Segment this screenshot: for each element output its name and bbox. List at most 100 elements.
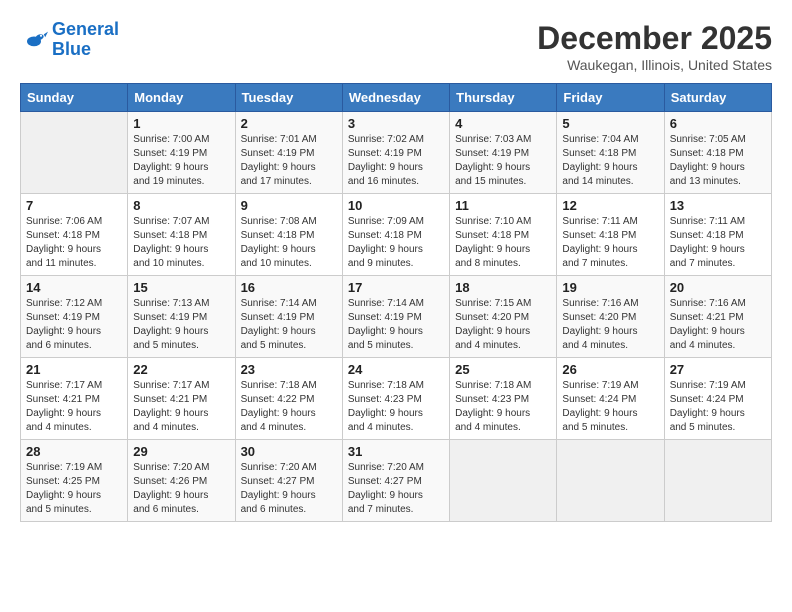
calendar-cell: 13 Sunrise: 7:11 AM Sunset: 4:18 PM Dayli…: [664, 194, 771, 276]
day-number: 25: [455, 362, 551, 377]
logo: GeneralBlue: [20, 20, 119, 60]
day-info: Sunrise: 7:00 AM Sunset: 4:19 PM Dayligh…: [133, 133, 229, 189]
day-number: 12: [562, 198, 658, 213]
calendar-cell: [664, 440, 771, 522]
calendar-cell: 22 Sunrise: 7:17 AM Sunset: 4:21 PM Dayli…: [128, 358, 235, 440]
day-info: Sunrise: 7:04 AM Sunset: 4:18 PM Dayligh…: [562, 133, 658, 189]
calendar-cell: 19 Sunrise: 7:16 AM Sunset: 4:20 PM Dayli…: [557, 276, 664, 358]
calendar-cell: 5 Sunrise: 7:04 AM Sunset: 4:18 PM Daylig…: [557, 112, 664, 194]
day-info: Sunrise: 7:02 AM Sunset: 4:19 PM Dayligh…: [348, 133, 444, 189]
weekday-header: Tuesday: [235, 84, 342, 112]
logo-text: GeneralBlue: [52, 20, 119, 60]
day-info: Sunrise: 7:11 AM Sunset: 4:18 PM Dayligh…: [670, 215, 766, 271]
day-info: Sunrise: 7:19 AM Sunset: 4:24 PM Dayligh…: [670, 379, 766, 435]
day-info: Sunrise: 7:18 AM Sunset: 4:23 PM Dayligh…: [348, 379, 444, 435]
day-info: Sunrise: 7:19 AM Sunset: 4:25 PM Dayligh…: [26, 461, 122, 517]
calendar-cell: [21, 112, 128, 194]
day-number: 7: [26, 198, 122, 213]
calendar-week-row: 1 Sunrise: 7:00 AM Sunset: 4:19 PM Daylig…: [21, 112, 772, 194]
logo-name: GeneralBlue: [52, 20, 119, 60]
calendar-cell: 30 Sunrise: 7:20 AM Sunset: 4:27 PM Dayli…: [235, 440, 342, 522]
day-info: Sunrise: 7:14 AM Sunset: 4:19 PM Dayligh…: [348, 297, 444, 353]
calendar-cell: [557, 440, 664, 522]
calendar-cell: 15 Sunrise: 7:13 AM Sunset: 4:19 PM Dayli…: [128, 276, 235, 358]
day-number: 1: [133, 116, 229, 131]
day-number: 26: [562, 362, 658, 377]
calendar-cell: 9Sunrise: 7:08 AM Sunset: 4:18 PM Daylig…: [235, 194, 342, 276]
day-number: 30: [241, 444, 337, 459]
day-number: 28: [26, 444, 122, 459]
calendar-cell: 11Sunrise: 7:10 AM Sunset: 4:18 PM Dayli…: [450, 194, 557, 276]
calendar-cell: 10 Sunrise: 7:09 AM Sunset: 4:18 PM Dayli…: [342, 194, 449, 276]
day-number: 5: [562, 116, 658, 131]
day-number: 21: [26, 362, 122, 377]
day-number: 8: [133, 198, 229, 213]
title-block: December 2025 Waukegan, Illinois, United…: [537, 20, 772, 73]
calendar-cell: 24 Sunrise: 7:18 AM Sunset: 4:23 PM Dayli…: [342, 358, 449, 440]
calendar-cell: 20 Sunrise: 7:16 AM Sunset: 4:21 PM Dayli…: [664, 276, 771, 358]
weekday-header: Wednesday: [342, 84, 449, 112]
day-info: Sunrise: 7:17 AM Sunset: 4:21 PM Dayligh…: [133, 379, 229, 435]
day-number: 20: [670, 280, 766, 295]
day-number: 18: [455, 280, 551, 295]
day-info: Sunrise: 7:14 AM Sunset: 4:19 PM Dayligh…: [241, 297, 337, 353]
month-title: December 2025: [537, 20, 772, 57]
calendar-cell: 14 Sunrise: 7:12 AM Sunset: 4:19 PM Dayli…: [21, 276, 128, 358]
day-number: 6: [670, 116, 766, 131]
day-number: 19: [562, 280, 658, 295]
day-number: 16: [241, 280, 337, 295]
day-info: Sunrise: 7:12 AM Sunset: 4:19 PM Dayligh…: [26, 297, 122, 353]
day-number: 17: [348, 280, 444, 295]
day-info: Sunrise: 7:19 AM Sunset: 4:24 PM Dayligh…: [562, 379, 658, 435]
weekday-header: Sunday: [21, 84, 128, 112]
day-number: 9: [241, 198, 337, 213]
calendar-cell: 8 Sunrise: 7:07 AM Sunset: 4:18 PM Daylig…: [128, 194, 235, 276]
day-info: Sunrise: 7:07 AM Sunset: 4:18 PM Dayligh…: [133, 215, 229, 271]
day-number: 10: [348, 198, 444, 213]
day-info: Sunrise: 7:18 AM Sunset: 4:22 PM Dayligh…: [241, 379, 337, 435]
day-info: Sunrise: 7:16 AM Sunset: 4:20 PM Dayligh…: [562, 297, 658, 353]
calendar-week-row: 7Sunrise: 7:06 AM Sunset: 4:18 PM Daylig…: [21, 194, 772, 276]
calendar-cell: 1 Sunrise: 7:00 AM Sunset: 4:19 PM Daylig…: [128, 112, 235, 194]
day-number: 23: [241, 362, 337, 377]
calendar-cell: 18 Sunrise: 7:15 AM Sunset: 4:20 PM Dayli…: [450, 276, 557, 358]
calendar-cell: 6 Sunrise: 7:05 AM Sunset: 4:18 PM Daylig…: [664, 112, 771, 194]
calendar-cell: 7Sunrise: 7:06 AM Sunset: 4:18 PM Daylig…: [21, 194, 128, 276]
day-info: Sunrise: 7:13 AM Sunset: 4:19 PM Dayligh…: [133, 297, 229, 353]
location-subtitle: Waukegan, Illinois, United States: [537, 57, 772, 73]
day-number: 13: [670, 198, 766, 213]
day-number: 3: [348, 116, 444, 131]
day-number: 2: [241, 116, 337, 131]
day-number: 22: [133, 362, 229, 377]
day-info: Sunrise: 7:09 AM Sunset: 4:18 PM Dayligh…: [348, 215, 444, 271]
logo-icon: [20, 26, 48, 54]
calendar-cell: 21Sunrise: 7:17 AM Sunset: 4:21 PM Dayli…: [21, 358, 128, 440]
calendar-week-row: 21 Sunrise: 7:17 AM Sunset: 4:21 PM Dayli…: [21, 358, 772, 440]
day-info: Sunrise: 7:03 AM Sunset: 4:19 PM Dayligh…: [455, 133, 551, 189]
day-info: Sunrise: 7:20 AM Sunset: 4:27 PM Dayligh…: [241, 461, 337, 517]
calendar-week-row: 28 Sunrise: 7:19 AM Sunset: 4:25 PM Dayli…: [21, 440, 772, 522]
weekday-header: Saturday: [664, 84, 771, 112]
day-info: Sunrise: 7:11 AM Sunset: 4:18 PM Dayligh…: [562, 215, 658, 271]
day-info: Sunrise: 7:20 AM Sunset: 4:27 PM Dayligh…: [348, 461, 444, 517]
day-number: 29: [133, 444, 229, 459]
day-info: Sunrise: 7:20 AM Sunset: 4:26 PM Dayligh…: [133, 461, 229, 517]
day-info: Sunrise: 7:18 AM Sunset: 4:23 PM Dayligh…: [455, 379, 551, 435]
day-number: 4: [455, 116, 551, 131]
day-info: Sunrise: 7:05 AM Sunset: 4:18 PM Dayligh…: [670, 133, 766, 189]
calendar-cell: 29 Sunrise: 7:20 AM Sunset: 4:26 PM Dayli…: [128, 440, 235, 522]
day-info: Sunrise: 7:16 AM Sunset: 4:21 PM Dayligh…: [670, 297, 766, 353]
calendar-cell: 16 Sunrise: 7:14 AM Sunset: 4:19 PM Dayli…: [235, 276, 342, 358]
calendar-cell: 26 Sunrise: 7:19 AM Sunset: 4:24 PM Dayli…: [557, 358, 664, 440]
calendar-cell: 12 Sunrise: 7:11 AM Sunset: 4:18 PM Dayli…: [557, 194, 664, 276]
weekday-header: Monday: [128, 84, 235, 112]
weekday-header-row: SundayMondayTuesdayWednesdayThursdayFrid…: [21, 84, 772, 112]
calendar-cell: 31Sunrise: 7:20 AM Sunset: 4:27 PM Dayli…: [342, 440, 449, 522]
day-number: 24: [348, 362, 444, 377]
day-number: 15: [133, 280, 229, 295]
day-info: Sunrise: 7:10 AM Sunset: 4:18 PM Dayligh…: [455, 215, 551, 271]
day-number: 14: [26, 280, 122, 295]
calendar-cell: 23 Sunrise: 7:18 AM Sunset: 4:22 PM Dayli…: [235, 358, 342, 440]
calendar-cell: [450, 440, 557, 522]
day-info: Sunrise: 7:15 AM Sunset: 4:20 PM Dayligh…: [455, 297, 551, 353]
